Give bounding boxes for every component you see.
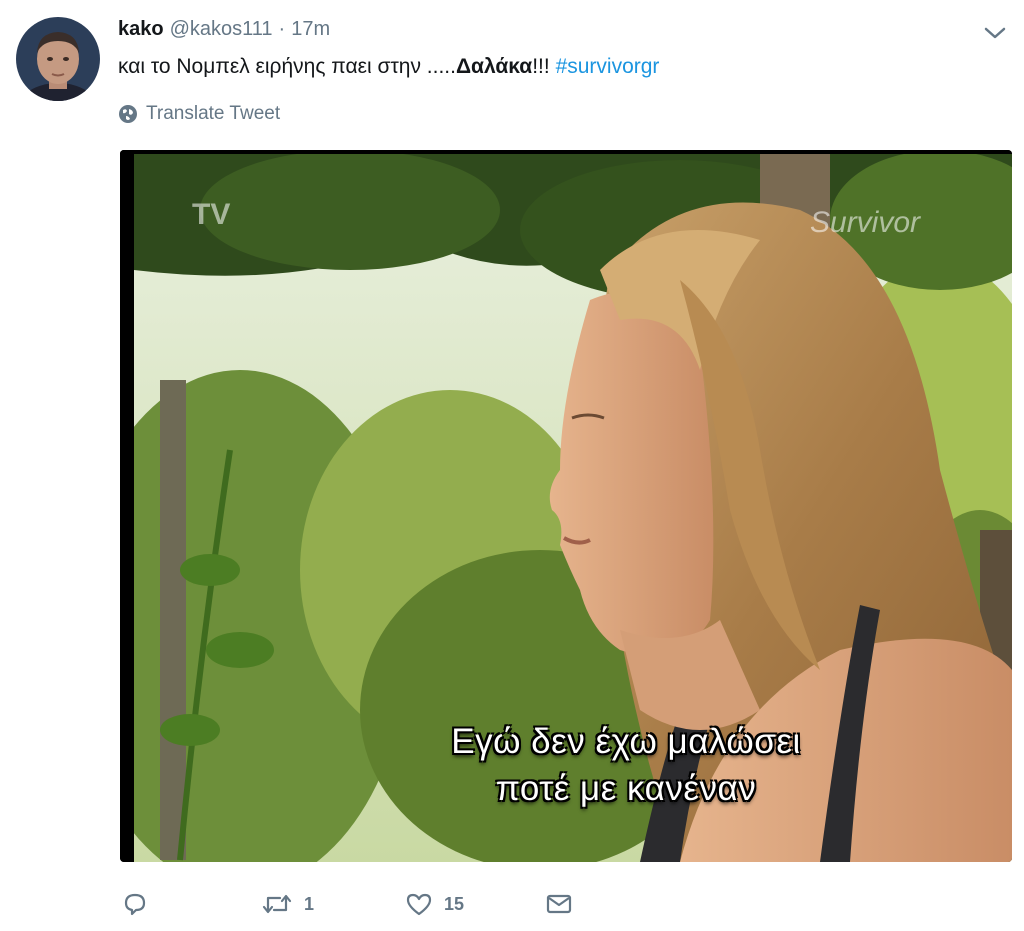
- translate-tweet-link[interactable]: Translate Tweet: [118, 101, 280, 127]
- separator-dot: ·: [278, 18, 286, 40]
- tweet-text-suffix: !!!: [532, 55, 556, 78]
- show-watermark: Survivor: [810, 206, 921, 239]
- subtitle-line-1: Εγώ δεν έχω μαλώσει: [451, 722, 801, 761]
- timestamp[interactable]: 17m: [291, 18, 330, 41]
- chevron-down-icon: [984, 27, 1006, 39]
- tweet-text-bold: Δαλάκα: [455, 55, 533, 78]
- tweet-actions: 1 15: [120, 886, 600, 922]
- envelope-icon: [546, 894, 572, 914]
- retweet-count: 1: [304, 893, 315, 914]
- hashtag-link[interactable]: #survivorgr: [556, 55, 660, 78]
- reply-icon: [124, 893, 146, 916]
- more-options-button[interactable]: [982, 22, 1008, 44]
- translate-label: Translate Tweet: [146, 103, 281, 124]
- direct-message-button[interactable]: [544, 886, 574, 922]
- tweet-text-prefix: και το Νομπελ ειρήνης παει στην .....: [118, 55, 456, 78]
- retweet-icon: [262, 894, 292, 914]
- globe-icon: [119, 105, 137, 123]
- like-count: 15: [444, 893, 465, 914]
- subtitle-line-2: ποτέ με κανέναν: [495, 769, 757, 808]
- channel-watermark: ΤV: [192, 198, 231, 231]
- retweet-button[interactable]: 1: [260, 886, 314, 922]
- heart-icon: [406, 893, 432, 916]
- tweet-header: kako @kakos111 · 17m: [118, 18, 330, 46]
- avatar-image: [16, 17, 100, 101]
- like-button[interactable]: 15: [404, 886, 464, 922]
- tweet-media[interactable]: ΤV Survivor Εγώ δεν έχω μαλώσει ποτέ με …: [120, 150, 1012, 862]
- reply-button[interactable]: [120, 886, 150, 922]
- display-name[interactable]: kako: [118, 18, 164, 41]
- user-handle[interactable]: @kakos111: [170, 18, 273, 41]
- avatar[interactable]: [16, 17, 100, 101]
- tweet-text: και το Νομπελ ειρήνης παει στην .....Δαλ…: [118, 52, 659, 82]
